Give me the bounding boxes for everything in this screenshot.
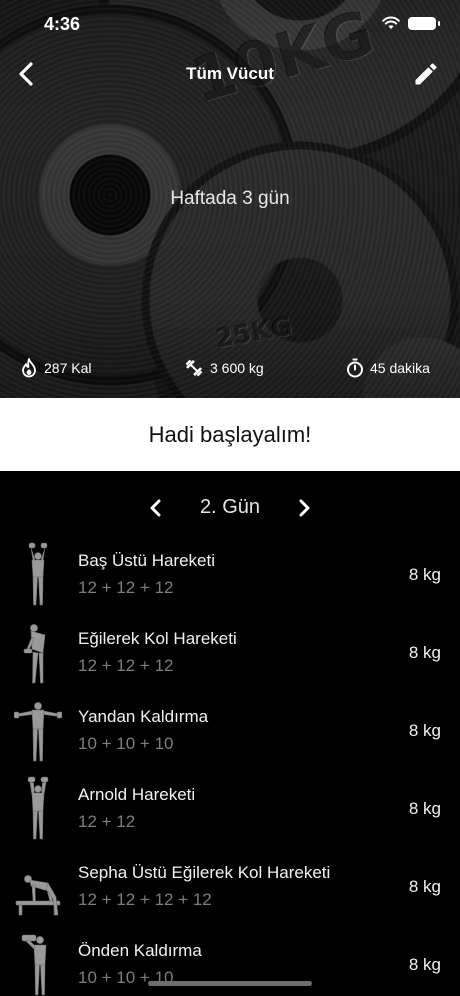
- start-workout-button[interactable]: Hadi başlayalım!: [0, 398, 460, 471]
- workout-frequency: Haftada 3 gün: [170, 188, 290, 209]
- exercise-name: Eğilerek Kol Hareketi: [78, 629, 237, 648]
- exercise-name: Önden Kaldırma: [78, 941, 202, 960]
- exercise-reps: 12 + 12 + 12: [78, 578, 174, 597]
- exercise-name: Yandan Kaldırma: [78, 707, 209, 726]
- stat-duration: 45 dakika: [346, 358, 430, 378]
- bench-row-figure-icon: [15, 875, 61, 916]
- exercise-weight: 8 kg: [408, 721, 441, 740]
- exercise-weight: 8 kg: [408, 955, 441, 974]
- dumbbell-icon: [185, 359, 203, 377]
- home-indicator[interactable]: [148, 981, 312, 986]
- arnold-press-figure-icon: [27, 776, 49, 840]
- exercise-weight: 8 kg: [408, 565, 441, 584]
- bent-over-row-figure-icon: [23, 624, 46, 684]
- stat-volume: 3 600 kg: [184, 358, 264, 378]
- front-raise-figure-icon: [21, 934, 47, 996]
- status-time: 4:36: [44, 14, 81, 34]
- exercise-list: Baş Üstü Hareketi 12 + 12 + 12 8 kg Eğil…: [0, 536, 460, 996]
- exercise-reps: 12 + 12: [78, 812, 136, 831]
- exercise-weight: 8 kg: [408, 799, 441, 818]
- lateral-raise-figure-icon: [14, 702, 62, 762]
- exercise-weight: 8 kg: [408, 877, 441, 896]
- exercise-row[interactable]: Sepha Üstü Eğilerek Kol Hareketi 12 + 12…: [0, 848, 460, 926]
- exercise-reps: 12 + 12 + 12: [78, 656, 174, 675]
- stat-calories-value: 287 Kal: [44, 360, 92, 376]
- day-label: 2. Gün: [199, 496, 261, 518]
- exercise-name: Sepha Üstü Eğilerek Kol Hareketi: [78, 863, 331, 882]
- stat-duration-value: 45 dakika: [370, 360, 430, 376]
- stopwatch-icon: [347, 358, 363, 378]
- page-title: Tüm Vücut: [186, 64, 274, 83]
- wifi-icon: [382, 16, 400, 29]
- status-icons: [382, 16, 440, 30]
- overhead-press-figure-icon: [28, 542, 48, 606]
- status-bar: 4:36: [0, 0, 460, 50]
- exercise-reps: 12 + 12 + 12 + 12: [78, 890, 212, 909]
- nav-bar: Tüm Vücut: [0, 54, 460, 94]
- exercise-name: Arnold Hareketi: [78, 785, 196, 804]
- edit-pencil-icon[interactable]: [412, 60, 440, 88]
- workout-stats: 287 Kal 3 600 kg 45 dakika: [0, 356, 460, 382]
- stat-volume-value: 3 600 kg: [210, 360, 264, 376]
- exercise-row[interactable]: Eğilerek Kol Hareketi 12 + 12 + 12 8 kg: [0, 614, 460, 692]
- day-selector: 2. Gün: [0, 488, 460, 528]
- plate-label-small: 25KG: [212, 311, 295, 355]
- exercise-reps: 10 + 10 + 10: [78, 734, 174, 753]
- flame-icon: [22, 358, 36, 378]
- exercise-weight: 8 kg: [408, 643, 441, 662]
- battery-icon: [408, 16, 440, 30]
- exercise-row[interactable]: Arnold Hareketi 12 + 12 8 kg: [0, 770, 460, 848]
- stat-calories: 287 Kal: [20, 358, 91, 378]
- exercise-row[interactable]: Baş Üstü Hareketi 12 + 12 + 12 8 kg: [0, 536, 460, 614]
- exercise-name: Baş Üstü Hareketi: [78, 551, 215, 570]
- exercise-row[interactable]: Yandan Kaldırma 10 + 10 + 10 8 kg: [0, 692, 460, 770]
- next-day-button[interactable]: [292, 496, 316, 520]
